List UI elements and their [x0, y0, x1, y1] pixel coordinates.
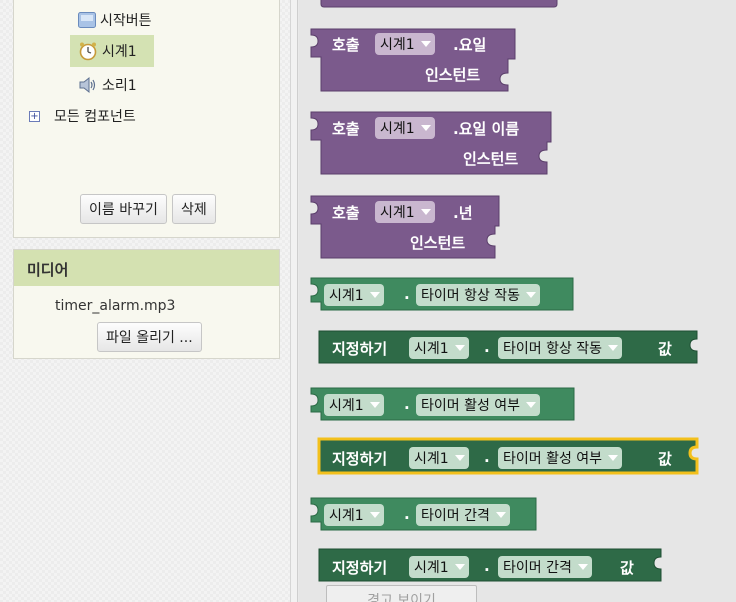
speaker-icon — [79, 76, 96, 94]
component-dropdown[interactable]: 시계1 — [324, 394, 384, 416]
expand-icon[interactable]: + — [29, 110, 40, 122]
components-tree: 시작버튼 시계1 소리1 + 모든 컴포넌트 이름 바꾸기 삭제 — [13, 0, 280, 238]
call-label: 호출 — [332, 204, 360, 222]
set-label: 지정하기 — [332, 340, 388, 358]
component-dropdown[interactable]: 시계1 — [409, 556, 469, 578]
tree-item-clock[interactable]: 시계1 — [70, 35, 154, 67]
media-header: 미디어 — [14, 250, 279, 286]
method-label: .요일 — [453, 36, 487, 54]
value-label: 값 — [620, 559, 634, 577]
component-dropdown[interactable]: 시계1 — [324, 504, 384, 526]
property-dropdown[interactable]: 타이머 활성 여부 — [498, 447, 623, 469]
property-dropdown[interactable]: 타이머 항상 작동 — [416, 284, 541, 306]
tree-item-label: 모든 컴포넌트 — [54, 109, 136, 125]
button-icon — [78, 12, 96, 28]
upload-file-button[interactable]: 파일 올리기 ... — [97, 322, 202, 352]
delete-button[interactable]: 삭제 — [172, 194, 216, 224]
method-label: .년 — [453, 204, 473, 222]
component-dropdown[interactable]: 시계1 — [409, 447, 469, 469]
instant-label: 인스턴트 — [425, 66, 481, 84]
call-label: 호출 — [332, 36, 360, 54]
blocks-workspace[interactable]: 호출 시계1 .요일 인스턴트 호출 시계1 .요일 이름 인스턴트 호출 시계… — [299, 0, 736, 602]
property-dropdown[interactable]: 타이머 항상 작동 — [498, 337, 623, 359]
set-label: 지정하기 — [332, 559, 388, 577]
component-dropdown[interactable]: 시계1 — [375, 33, 435, 55]
media-panel: 미디어 timer_alarm.mp3 파일 올리기 ... — [13, 249, 280, 359]
dot-label: . — [404, 505, 410, 523]
rename-button[interactable]: 이름 바꾸기 — [80, 194, 167, 224]
tree-item-sound[interactable]: 소리1 — [78, 73, 137, 97]
tree-item-label: 소리1 — [102, 78, 137, 94]
component-dropdown[interactable]: 시계1 — [324, 284, 384, 306]
value-label: 값 — [658, 450, 672, 468]
media-file-item[interactable]: timer_alarm.mp3 — [55, 298, 175, 314]
block-partial[interactable] — [320, 0, 561, 10]
dot-label: . — [484, 557, 490, 575]
dot-label: . — [404, 285, 410, 303]
set-label: 지정하기 — [332, 450, 388, 468]
dot-label: . — [484, 448, 490, 466]
instant-label: 인스턴트 — [463, 150, 519, 168]
property-dropdown[interactable]: 타이머 간격 — [498, 556, 592, 578]
method-label: .요일 이름 — [453, 120, 520, 138]
show-warnings-button[interactable]: 경고 보이기 — [326, 585, 477, 602]
tree-item-all-components[interactable]: + 모든 컴포넌트 — [29, 106, 136, 126]
left-panel: 시작버튼 시계1 소리1 + 모든 컴포넌트 이름 바꾸기 삭제 미디어 tim… — [0, 0, 290, 602]
call-label: 호출 — [332, 120, 360, 138]
dot-label: . — [404, 395, 410, 413]
property-dropdown[interactable]: 타이머 간격 — [416, 504, 510, 526]
tree-item-label: 시작버튼 — [100, 13, 152, 29]
component-dropdown[interactable]: 시계1 — [375, 117, 435, 139]
tree-item-start-button[interactable]: 시작버튼 — [78, 9, 152, 31]
instant-label: 인스턴트 — [410, 234, 466, 252]
panel-splitter[interactable] — [290, 0, 298, 602]
dot-label: . — [484, 338, 490, 356]
tree-item-label: 시계1 — [102, 44, 137, 60]
component-dropdown[interactable]: 시계1 — [375, 201, 435, 223]
property-dropdown[interactable]: 타이머 활성 여부 — [416, 394, 541, 416]
component-dropdown[interactable]: 시계1 — [409, 337, 469, 359]
value-label: 값 — [658, 340, 672, 358]
clock-icon — [79, 42, 97, 61]
